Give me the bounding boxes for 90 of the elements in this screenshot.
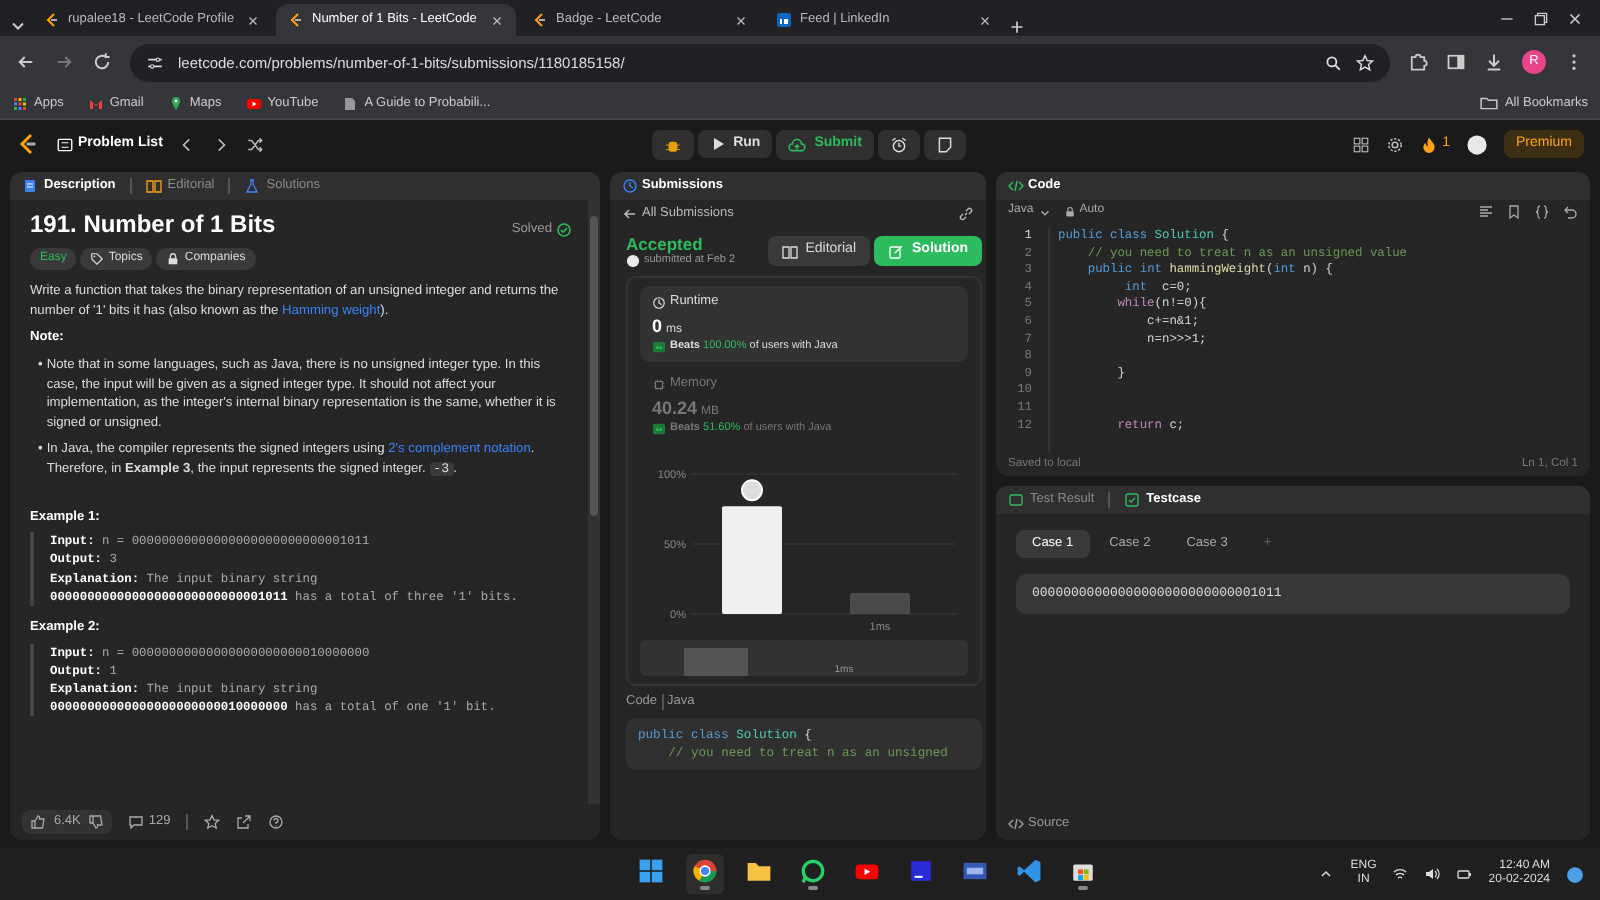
page-icon <box>342 95 359 111</box>
apps-grid-icon <box>12 95 28 111</box>
note-icon <box>935 135 954 153</box>
folder-icon <box>1480 94 1499 112</box>
wifi-icon[interactable] <box>1392 866 1409 882</box>
star-icon[interactable] <box>204 814 221 830</box>
lock-icon <box>166 251 181 266</box>
new-tab-icon[interactable] <box>1008 18 1026 36</box>
start-icon <box>638 858 665 885</box>
download-icon[interactable] <box>1484 52 1504 72</box>
play-icon <box>245 95 262 111</box>
reload-icon[interactable] <box>92 52 112 72</box>
comment-icon <box>128 814 145 830</box>
debug-button[interactable] <box>651 129 694 159</box>
back-arrow-icon <box>622 205 638 221</box>
site-settings-icon[interactable] <box>146 53 164 71</box>
badge-icon <box>652 422 666 437</box>
cloud-upload-icon <box>788 135 807 153</box>
user-avatar-icon <box>741 479 763 502</box>
logo-icon <box>776 12 792 28</box>
back-icon[interactable] <box>16 52 36 72</box>
clock-icon <box>652 295 666 310</box>
forward-icon[interactable] <box>54 52 74 72</box>
mail-icon <box>87 95 104 111</box>
bookmark-icon[interactable] <box>1506 204 1522 220</box>
app-icon <box>962 858 989 885</box>
list-icon <box>56 135 74 153</box>
link-icon[interactable] <box>958 205 974 221</box>
problem-title: 191. Number of 1 Bits <box>30 216 276 236</box>
logo-icon[interactable] <box>16 132 40 156</box>
chat-icon <box>800 858 827 885</box>
check-circle-icon <box>556 221 572 238</box>
notes-button[interactable] <box>923 129 966 159</box>
volume-icon[interactable] <box>1424 866 1441 882</box>
alarm-clock-icon <box>889 135 908 153</box>
book-icon <box>145 178 162 194</box>
lock-icon <box>1063 206 1076 218</box>
share-icon[interactable] <box>236 814 253 830</box>
map-pin-icon <box>167 95 184 111</box>
search-icon[interactable] <box>1324 53 1342 71</box>
tag-icon <box>90 251 105 266</box>
help-icon[interactable] <box>268 814 285 830</box>
sidebar-icon[interactable] <box>1446 52 1466 72</box>
stat-value: 40.24 <box>652 397 698 420</box>
chevron-down-icon <box>1037 205 1052 219</box>
user-avatar-icon <box>626 254 640 269</box>
braces-icon[interactable] <box>1534 204 1550 220</box>
logo-icon <box>288 12 304 28</box>
badge-icon <box>652 340 666 355</box>
check-square-icon <box>1124 492 1141 508</box>
thumbs-up-icon <box>30 814 46 830</box>
stat-value: 0 <box>652 315 663 338</box>
close-icon[interactable] <box>1566 9 1584 27</box>
close-icon[interactable] <box>490 13 504 27</box>
timer-button[interactable] <box>877 129 920 159</box>
verdict: Accepted <box>626 234 705 254</box>
settings-icon[interactable] <box>1386 135 1405 153</box>
restore-icon[interactable] <box>1532 9 1550 27</box>
extensions-icon[interactable] <box>1408 52 1428 72</box>
close-icon[interactable] <box>734 13 748 27</box>
browser-icon <box>692 858 719 885</box>
logo-icon <box>532 12 548 28</box>
notification-icon[interactable] <box>1566 865 1584 883</box>
flask-icon <box>244 178 261 194</box>
folder-icon <box>746 858 773 885</box>
thumbs-down-icon <box>88 814 105 830</box>
code-editor-icon <box>1016 858 1043 885</box>
terminal-icon <box>1008 492 1024 508</box>
format-icon[interactable] <box>1478 204 1494 220</box>
chip-icon <box>652 377 666 392</box>
logo-icon <box>44 12 60 28</box>
user-avatar-icon[interactable] <box>1466 133 1488 155</box>
ide-icon <box>908 858 935 885</box>
flame-icon <box>1420 135 1439 153</box>
battery-icon[interactable] <box>1456 866 1473 882</box>
code-icon <box>1008 816 1024 832</box>
taskbar-app[interactable] <box>686 854 725 894</box>
layout-icon[interactable] <box>1352 135 1371 153</box>
play-icon <box>709 135 726 152</box>
book-icon <box>781 243 798 260</box>
undo-icon[interactable] <box>1562 204 1578 220</box>
scrollbar[interactable] <box>588 200 600 804</box>
document-icon <box>22 178 38 194</box>
clock-icon <box>622 178 638 194</box>
caret-icon[interactable] <box>1318 866 1335 882</box>
code-icon <box>1008 178 1024 194</box>
edit-icon <box>888 243 904 260</box>
shuffle-icon[interactable] <box>246 135 265 153</box>
close-icon[interactable] <box>978 13 992 27</box>
close-icon[interactable] <box>246 13 260 27</box>
